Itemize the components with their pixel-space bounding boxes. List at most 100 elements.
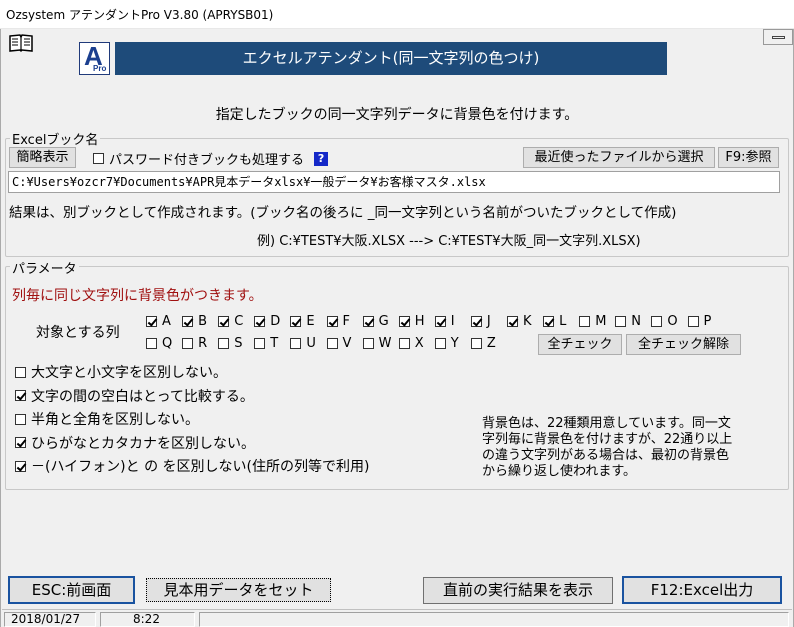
column-checkbox-label: V	[342, 336, 352, 351]
column-checkbox-box[interactable]	[290, 338, 302, 349]
column-checkbox-label: A	[162, 314, 171, 329]
option-checkbox-box[interactable]	[15, 390, 26, 401]
column-checkbox-g[interactable]: G	[362, 314, 399, 329]
status-time: 8:22	[100, 612, 195, 627]
show-last-result-button[interactable]: 直前の実行結果を表示	[423, 577, 613, 604]
column-checkbox-box[interactable]	[579, 316, 591, 327]
excel-export-button[interactable]: F12:Excel出力	[622, 576, 782, 604]
column-checkbox-a[interactable]: A	[146, 314, 182, 329]
column-checkbox-k[interactable]: K	[507, 314, 543, 329]
option-checkbox-label: 文字の間の空白はとって比較する。	[31, 388, 254, 405]
column-checkbox-box[interactable]	[615, 316, 627, 327]
column-checkbox-z[interactable]: Z	[470, 336, 507, 351]
column-checkbox-box[interactable]	[146, 338, 157, 349]
back-button[interactable]: ESC:前画面	[8, 576, 135, 604]
column-checkbox-o[interactable]: O	[651, 314, 687, 329]
column-checkbox-label: F	[342, 314, 350, 329]
column-checkbox-m[interactable]: M	[579, 314, 615, 329]
help-icon[interactable]: ?	[314, 151, 329, 166]
column-checkbox-label: C	[234, 314, 244, 329]
option-checkbox-box[interactable]	[15, 460, 26, 472]
column-checkbox-d[interactable]: D	[254, 314, 290, 329]
column-checkbox-box[interactable]	[254, 316, 266, 327]
column-checkbox-box[interactable]	[146, 316, 157, 327]
column-checkbox-label: B	[198, 314, 208, 329]
column-checkbox-b[interactable]: B	[182, 314, 218, 329]
example-note: 例) C:¥TEST¥大阪.XLSX ---> C:¥TEST¥大阪_同一文字列…	[257, 234, 641, 249]
column-checkbox-label: D	[270, 314, 281, 329]
option-checkbox-box[interactable]	[15, 413, 26, 425]
option-checkbox-label: 半角と全角を区別しない。	[31, 412, 199, 428]
column-checkbox-label: O	[667, 314, 678, 329]
column-checkbox-box[interactable]	[362, 316, 374, 327]
column-checkbox-box[interactable]	[182, 338, 194, 349]
password-checkbox[interactable]: パスワード付きブックも処理する ?	[93, 149, 329, 168]
set-sample-data-button[interactable]: 見本用データをセット	[146, 578, 331, 602]
option-checkbox[interactable]: 大文字と小文字を区別しない。	[15, 362, 227, 382]
column-checkbox-box[interactable]	[218, 338, 230, 349]
column-checkbox-w[interactable]: W	[362, 336, 399, 351]
column-checkbox-y[interactable]: Y	[434, 336, 471, 351]
column-checkbox-p[interactable]: P	[687, 314, 724, 329]
recent-files-button[interactable]: 最近使ったファイルから選択	[523, 147, 715, 168]
column-checkbox-box[interactable]	[470, 316, 482, 327]
minimize-panel-button[interactable]	[763, 29, 793, 45]
check-all-button[interactable]: 全チェック	[538, 334, 622, 355]
column-checkbox-u[interactable]: U	[290, 336, 326, 351]
column-checkbox-label: P	[703, 314, 712, 329]
option-checkbox-box[interactable]	[15, 437, 26, 448]
column-checkbox-label: M	[595, 314, 607, 329]
column-checkbox-box[interactable]	[434, 338, 446, 349]
column-checkbox-box[interactable]	[398, 338, 410, 349]
password-checkbox-box[interactable]	[93, 153, 104, 164]
column-checkbox-e[interactable]: E	[290, 314, 326, 329]
simple-display-button[interactable]: 簡略表示	[9, 147, 76, 168]
column-checkbox-label: U	[306, 336, 316, 351]
column-checkbox-label: W	[378, 336, 392, 351]
params-group-legend: パラメータ	[10, 258, 79, 277]
book-icon[interactable]	[8, 33, 34, 53]
column-checkbox-r[interactable]: R	[182, 336, 218, 351]
column-checkbox-label: Q	[162, 336, 173, 351]
column-checkbox-box[interactable]	[434, 316, 446, 327]
option-checkbox-label: 大文字と小文字を区別しない。	[31, 365, 227, 381]
option-checkbox[interactable]: 半角と全角を区別しない。	[15, 409, 199, 429]
column-checkbox-label: I	[450, 314, 455, 329]
column-checkbox-box[interactable]	[507, 316, 518, 327]
column-checkbox-box[interactable]	[362, 338, 374, 349]
page-description: 指定したブックの同一文字列データに背景色を付けます。	[215, 107, 579, 123]
column-checkbox-box[interactable]	[254, 338, 266, 349]
option-checkbox[interactable]: －(ハイフォン)と の を区別しない(住所の列等で利用)	[15, 456, 369, 476]
column-checkbox-box[interactable]	[651, 316, 663, 327]
column-checkbox-h[interactable]: H	[398, 314, 435, 329]
column-checkbox-box[interactable]	[326, 316, 338, 327]
uncheck-all-button[interactable]: 全チェック解除	[626, 334, 741, 355]
column-checkbox-s[interactable]: S	[218, 336, 254, 351]
browse-button[interactable]: F9:参照	[718, 147, 779, 168]
column-checkbox-box[interactable]	[543, 316, 555, 327]
column-checkbox-t[interactable]: T	[254, 336, 290, 351]
option-checkbox-box[interactable]	[15, 366, 26, 378]
column-checkbox-n[interactable]: N	[615, 314, 651, 329]
column-checkbox-box[interactable]	[218, 316, 230, 327]
column-checkbox-x[interactable]: X	[398, 336, 435, 351]
column-checkbox-box[interactable]	[470, 338, 482, 349]
column-checkbox-c[interactable]: C	[218, 314, 254, 329]
column-checkbox-i[interactable]: I	[434, 314, 471, 329]
status-empty-panel	[199, 612, 789, 627]
column-checkbox-q[interactable]: Q	[146, 336, 182, 351]
option-checkbox[interactable]: ひらがなとカタカナを区別しない。	[15, 433, 255, 453]
column-checkbox-j[interactable]: J	[470, 314, 507, 329]
column-checkbox-f[interactable]: F	[326, 314, 363, 329]
column-checkbox-label: E	[306, 314, 315, 329]
column-checkbox-box[interactable]	[182, 316, 194, 327]
column-checkbox-v[interactable]: V	[326, 336, 363, 351]
column-checkbox-label: T	[270, 336, 279, 351]
excel-path-input[interactable]: C:¥Users¥ozcr7¥Documents¥APR見本データxlsx¥一般…	[8, 171, 780, 193]
column-checkbox-box[interactable]	[290, 316, 302, 327]
column-checkbox-box[interactable]	[687, 316, 699, 327]
column-checkbox-box[interactable]	[326, 338, 338, 349]
column-checkbox-box[interactable]	[398, 316, 410, 327]
option-checkbox[interactable]: 文字の間の空白はとって比較する。	[15, 386, 254, 406]
column-checkbox-l[interactable]: L	[543, 314, 579, 329]
